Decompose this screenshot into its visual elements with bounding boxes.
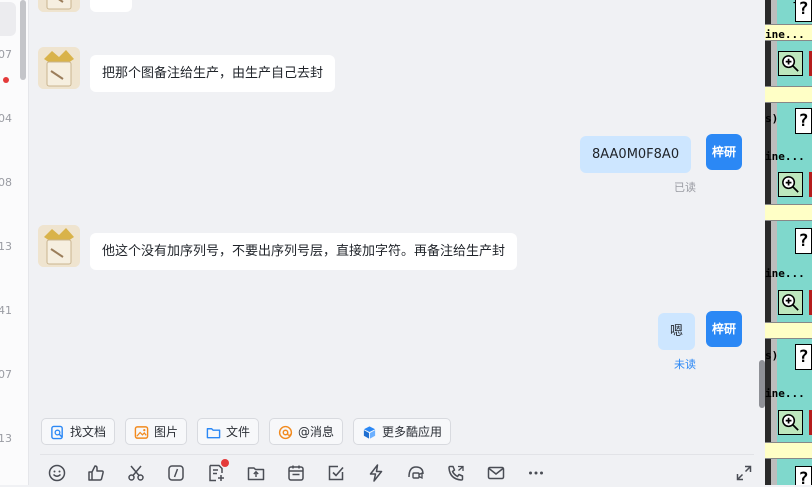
contact-avatar[interactable]	[38, 225, 80, 267]
my-avatar[interactable]: 梓研	[706, 311, 742, 347]
phone-call-icon[interactable]	[446, 463, 466, 483]
image-button[interactable]: 图片	[125, 418, 188, 445]
conversation-time: 08	[0, 176, 12, 189]
input-divider	[40, 454, 754, 455]
conversation-time: 04	[0, 112, 12, 125]
message-bubble-outgoing[interactable]: 嗯	[658, 313, 696, 350]
file-button[interactable]: 文件	[197, 418, 260, 445]
contact-avatar[interactable]	[38, 0, 80, 12]
zoom-icon[interactable]	[778, 410, 803, 435]
help-button[interactable]: ?	[795, 344, 812, 370]
help-button[interactable]: ?	[795, 228, 812, 254]
more-apps-button[interactable]: 更多酷应用	[353, 418, 452, 445]
apps-cube-icon	[363, 426, 376, 439]
folder-icon	[206, 428, 221, 439]
conversation-time: 07	[0, 368, 12, 381]
thumbs-up-icon[interactable]	[86, 463, 106, 483]
help-button[interactable]: ?	[795, 108, 812, 134]
contact-avatar[interactable]	[38, 47, 80, 89]
emoji-icon[interactable]	[47, 463, 67, 483]
more-icon[interactable]	[526, 463, 546, 483]
help-button[interactable]: ?	[795, 0, 812, 22]
chip-label: 更多酷应用	[382, 425, 443, 439]
calendar-icon[interactable]	[286, 463, 306, 483]
lightning-icon[interactable]	[366, 463, 386, 483]
unread-dot	[3, 77, 9, 83]
scissors-icon[interactable]	[126, 463, 146, 483]
app-line-text: ine...	[765, 150, 805, 163]
app-line-text: ine...	[765, 28, 805, 41]
find-docs-button[interactable]: 找文档	[41, 418, 116, 445]
read-status: 已读	[674, 181, 696, 194]
chip-label: 文件	[226, 425, 251, 439]
chip-label: @消息	[298, 425, 335, 439]
upload-icon[interactable]	[246, 463, 266, 483]
app-line-text: ine...	[765, 387, 805, 400]
zoom-icon[interactable]	[778, 51, 803, 76]
notification-dot	[221, 459, 229, 467]
image-icon	[134, 426, 149, 439]
chip-label: 图片	[154, 425, 179, 439]
conversation-time: 13	[0, 240, 12, 253]
app-status-bar	[765, 204, 812, 221]
slash-command-icon[interactable]	[166, 463, 186, 483]
chip-label: 找文档	[70, 425, 107, 439]
selected-conversation[interactable]	[0, 2, 16, 36]
chat-pane: 把那个图备注给生产，由生产自己去封 8AA0M0F8A0 梓研 已读 他这个没有…	[29, 0, 765, 485]
app-status-bar	[765, 86, 812, 103]
task-check-icon[interactable]	[326, 463, 346, 483]
zoom-icon[interactable]	[778, 290, 803, 315]
app-status-bar	[765, 322, 812, 339]
conversation-time: 07	[0, 48, 12, 61]
conversation-time: 13	[0, 432, 12, 445]
at-message-button[interactable]: @消息	[269, 418, 344, 445]
zoom-icon[interactable]	[778, 172, 803, 197]
message-bubble-partial[interactable]	[90, 0, 132, 12]
video-call-icon[interactable]	[406, 463, 426, 483]
expand-icon[interactable]	[734, 463, 754, 483]
unread-status: 未读	[674, 358, 696, 371]
app-line-text: ine...	[765, 267, 805, 280]
window-edge	[771, 0, 777, 485]
my-avatar[interactable]: 梓研	[706, 134, 742, 170]
list-scrollbar[interactable]	[20, 0, 26, 80]
at-icon	[278, 425, 293, 440]
message-bubble-incoming[interactable]: 他这个没有加序列号，不要出序列号层，直接加字符。再备注给生产封	[90, 233, 518, 270]
help-button[interactable]: ?	[795, 466, 812, 485]
app-status-bar	[765, 442, 812, 459]
message-bubble-incoming[interactable]: 把那个图备注给生产，由生产自己去封	[90, 55, 336, 92]
message-bubble-outgoing[interactable]: 8AA0M0F8A0	[580, 136, 692, 173]
conversation-time: 41	[0, 304, 12, 317]
doc-search-icon	[51, 425, 63, 440]
mail-icon[interactable]	[486, 463, 506, 483]
background-app-window: l ? ine... s) ? ine... ? ine... s) ? ine…	[765, 0, 812, 485]
